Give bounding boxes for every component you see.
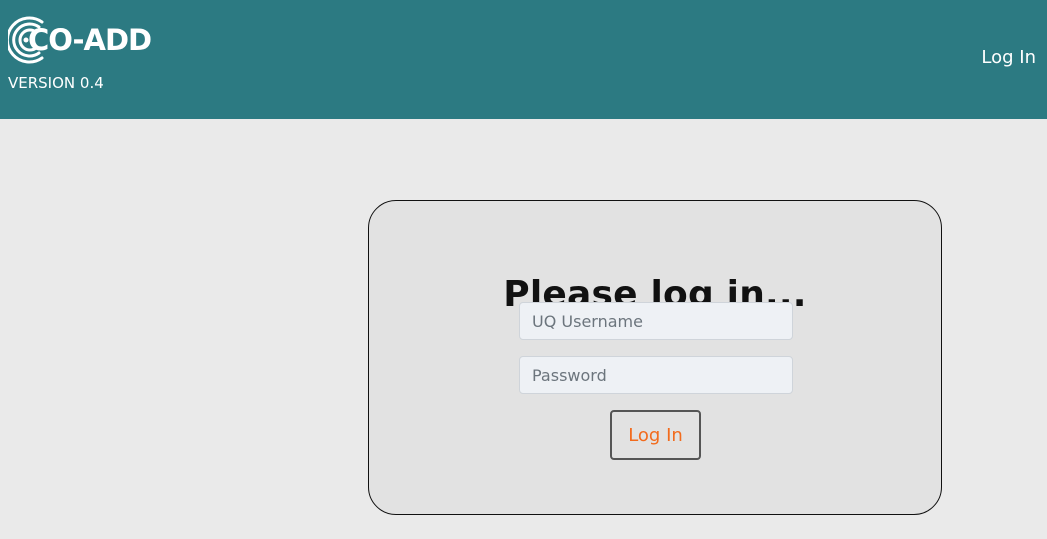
login-submit-button[interactable]: Log In <box>610 410 701 460</box>
site-header: CO-ADD VERSION 0.4 Log In <box>0 0 1047 119</box>
version-label: VERSION 0.4 <box>8 74 104 92</box>
brand-logo-text: CO-ADD <box>28 23 152 57</box>
nav-login-link[interactable]: Log In <box>981 46 1036 70</box>
brand-logo[interactable]: CO-ADD <box>8 13 152 67</box>
username-input[interactable] <box>519 302 793 340</box>
login-card: Please log in... Log In <box>368 200 942 515</box>
password-input[interactable] <box>519 356 793 394</box>
